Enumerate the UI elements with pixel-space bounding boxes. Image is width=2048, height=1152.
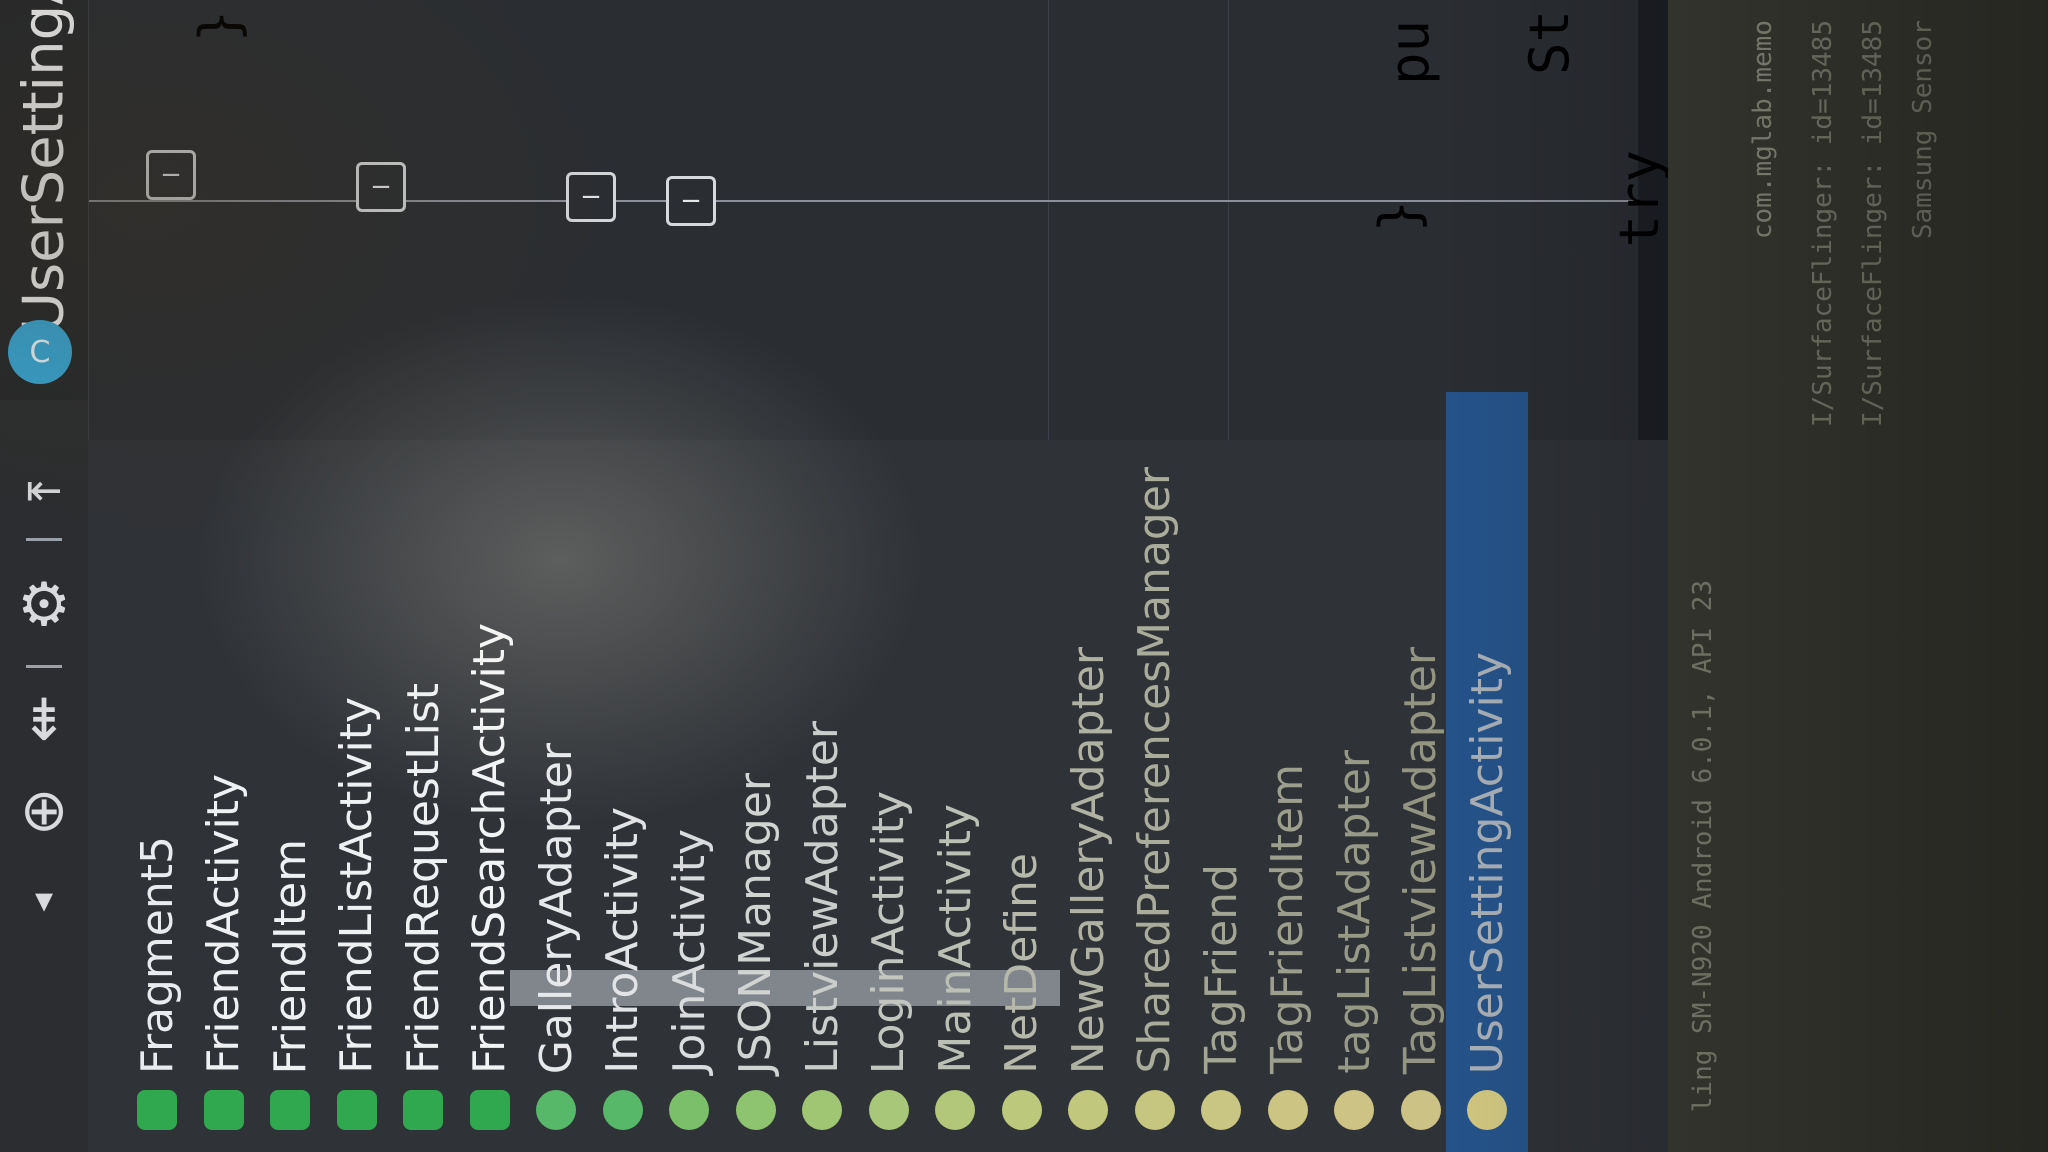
- fold-marker-1[interactable]: −: [146, 150, 196, 200]
- class-file-icon: [137, 1090, 177, 1130]
- tab-title: UserSettingA: [11, 0, 77, 334]
- class-file-icon: [602, 1090, 643, 1130]
- log-line: I/SurfaceFlinger: id=13485: [1808, 20, 1838, 427]
- tree-item[interactable]: UserSettingActivity: [1446, 392, 1528, 1152]
- class-file-icon: [1068, 1090, 1108, 1130]
- tree-item-label: IntroActivity: [597, 807, 648, 1074]
- class-file-icon: [203, 1090, 244, 1130]
- tree-item-label: JSONManager: [730, 772, 781, 1074]
- class-file-icon: [1334, 1090, 1374, 1130]
- class-file-icon: [270, 1090, 310, 1130]
- class-file-icon: [1400, 1090, 1441, 1130]
- dropdown-arrow-icon[interactable]: ▾: [0, 870, 88, 930]
- tree-item-label: SharedPreferencesManager: [1129, 467, 1180, 1074]
- tree-item-label: NetDefine: [996, 853, 1047, 1074]
- class-file-icon: [735, 1090, 776, 1130]
- class-file-icon: [935, 1090, 975, 1130]
- target-icon[interactable]: ⊕: [0, 770, 88, 850]
- toolbar-divider: [26, 665, 62, 668]
- class-file-icon: [802, 1090, 842, 1130]
- tree-item-label: FriendSearchActivity: [464, 622, 515, 1074]
- tree-item-label: FriendRequestList: [397, 683, 449, 1074]
- tree-item-label: tagListAdapter: [1328, 750, 1380, 1074]
- tree-item-label: JoinActivity: [663, 829, 715, 1074]
- tree-item-label: LoginActivity: [863, 790, 914, 1074]
- collapse-icon[interactable]: ⇟: [0, 680, 88, 760]
- gear-icon[interactable]: ⚙: [0, 560, 88, 650]
- toolbar-divider: [26, 538, 62, 541]
- code-editor[interactable]: − − − − } pu } St try: [88, 0, 1671, 440]
- code-token: }: [188, 10, 251, 43]
- tree-item-label: Fragment5: [131, 835, 183, 1074]
- tree-item-label: MainActivity: [929, 804, 981, 1074]
- class-file-icon: [536, 1090, 576, 1130]
- code-token: pu: [1378, 20, 1441, 86]
- process-selector[interactable]: com.mglab.memo: [1748, 20, 1778, 239]
- fold-marker-4[interactable]: −: [666, 176, 716, 226]
- code-token: St: [1518, 10, 1581, 76]
- class-file-icon: [1134, 1090, 1175, 1130]
- code-token: }: [1368, 200, 1431, 233]
- log-line: I/SurfaceFlinger: id=13485: [1858, 20, 1888, 427]
- class-c-icon: C: [8, 320, 72, 384]
- class-file-icon: [1201, 1090, 1241, 1130]
- class-file-icon: [868, 1090, 909, 1130]
- device-selector[interactable]: ling SM-N920 Android 6.0.1, API 23: [1688, 580, 1718, 1112]
- class-file-icon: [1001, 1090, 1042, 1130]
- fold-marker-2[interactable]: −: [356, 162, 406, 212]
- tree-item-label: ListviewAdapter: [796, 721, 848, 1074]
- tree-item-label: GalleryAdapter: [530, 742, 582, 1074]
- class-file-icon: [403, 1090, 443, 1130]
- tree-item-label: FriendItem: [264, 838, 316, 1074]
- tree-item-label: TagListviewAdapter: [1395, 646, 1446, 1074]
- editor-tab[interactable]: UserSettingA C: [0, 0, 88, 400]
- class-file-icon: [669, 1090, 709, 1130]
- tree-item-label: FriendActivity: [198, 774, 249, 1074]
- tree-item-label: TagFriend: [1195, 864, 1247, 1074]
- fold-marker-3[interactable]: −: [566, 172, 616, 222]
- class-file-icon: [1467, 1090, 1507, 1130]
- class-file-icon: [469, 1090, 510, 1130]
- class-file-icon: [336, 1090, 377, 1130]
- logcat-panel: ling SM-N920 Android 6.0.1, API 23 com.m…: [1668, 0, 2048, 1152]
- editor-column-guide: [1228, 0, 1229, 440]
- tree-item-label: NewGalleryAdapter: [1062, 646, 1114, 1074]
- log-line: Samsung Sensor: [1908, 20, 1938, 240]
- class-file-icon: [1267, 1090, 1308, 1130]
- tree-item-label: FriendListActivity: [331, 697, 382, 1074]
- project-toolbar: UserSettingA C ⇤ ⚙ ⇟ ⊕ ▾: [0, 0, 89, 1152]
- code-token: try: [1608, 150, 1671, 248]
- editor-column-guide: [1048, 0, 1049, 440]
- tree-item-label: TagFriendItem: [1262, 764, 1313, 1074]
- tree-item-label: UserSettingActivity: [1461, 651, 1513, 1074]
- hide-panel-icon[interactable]: ⇤: [0, 460, 88, 520]
